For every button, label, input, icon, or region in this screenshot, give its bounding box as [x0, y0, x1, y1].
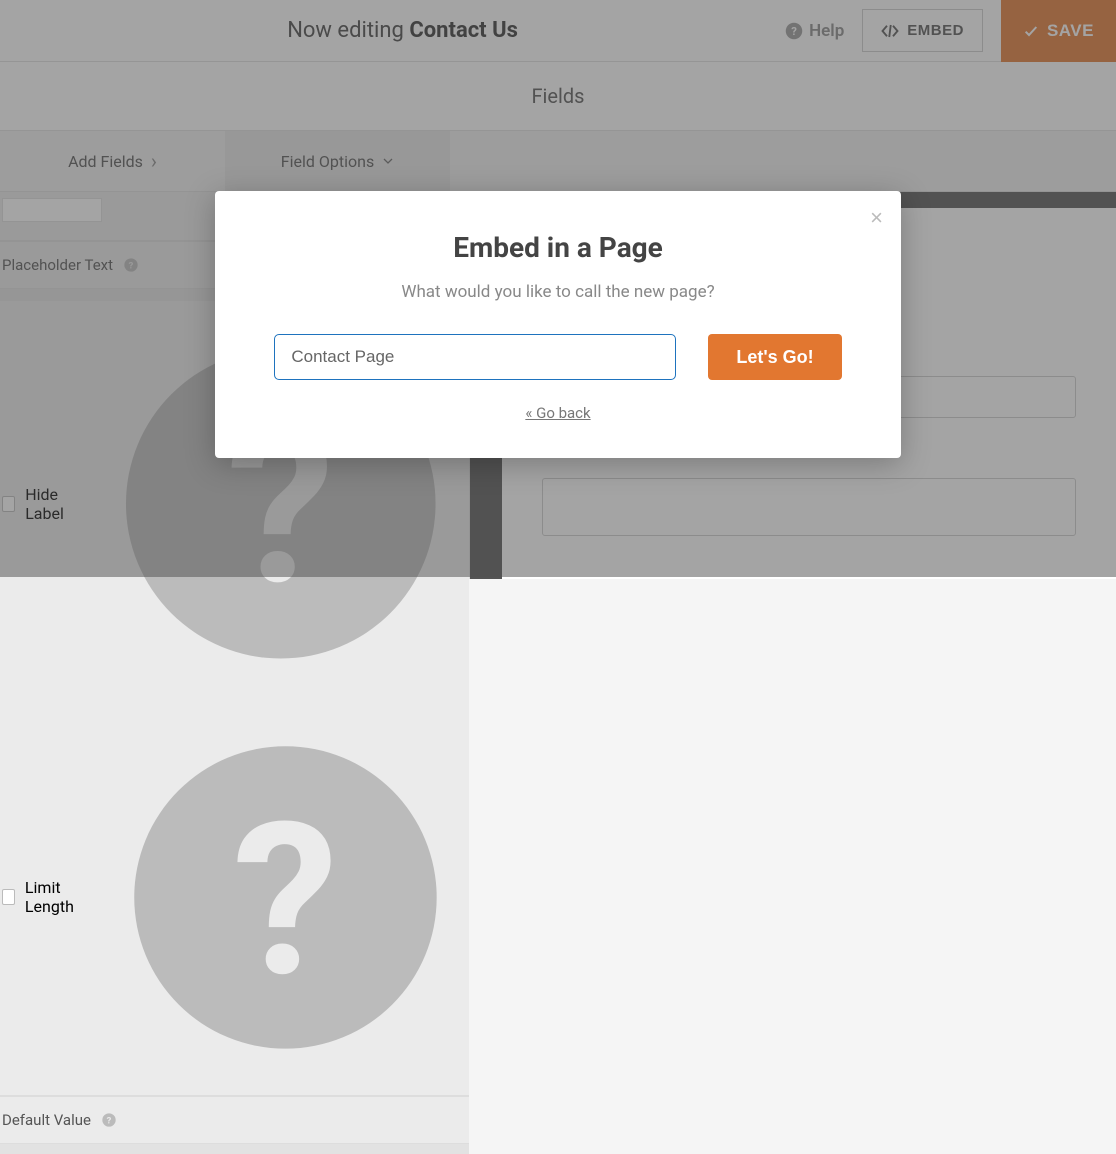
default-value-row: Default Value ? — [0, 1096, 469, 1144]
help-icon[interactable]: ? — [101, 1112, 117, 1128]
limit-length-text: Limit Length — [25, 878, 94, 916]
help-icon[interactable]: ? — [104, 716, 467, 1079]
svg-text:?: ? — [107, 1116, 112, 1127]
embed-modal: × Embed in a Page What would you like to… — [215, 191, 901, 458]
limit-length-row: Limit Length ? — [0, 703, 469, 1092]
close-icon: × — [870, 205, 883, 230]
go-back-link[interactable]: « Go back — [265, 404, 851, 422]
close-button[interactable]: × — [870, 205, 883, 231]
default-value-label: Default Value — [2, 1111, 91, 1129]
page-name-input[interactable] — [274, 334, 676, 380]
lets-go-button[interactable]: Let's Go! — [708, 334, 841, 380]
modal-form-row: Let's Go! — [265, 334, 851, 380]
limit-length-checkbox[interactable] — [2, 889, 15, 905]
spacer — [0, 1144, 469, 1154]
lets-go-label: Let's Go! — [736, 347, 813, 367]
modal-title: Embed in a Page — [265, 231, 851, 264]
go-back-label: « Go back — [525, 404, 590, 422]
svg-text:?: ? — [233, 777, 338, 1025]
modal-subtitle: What would you like to call the new page… — [265, 282, 851, 302]
modal-overlay[interactable]: × Embed in a Page What would you like to… — [0, 0, 1116, 577]
app-root: Now editing Contact Us ? Help EMBED SAVE… — [0, 0, 1116, 577]
